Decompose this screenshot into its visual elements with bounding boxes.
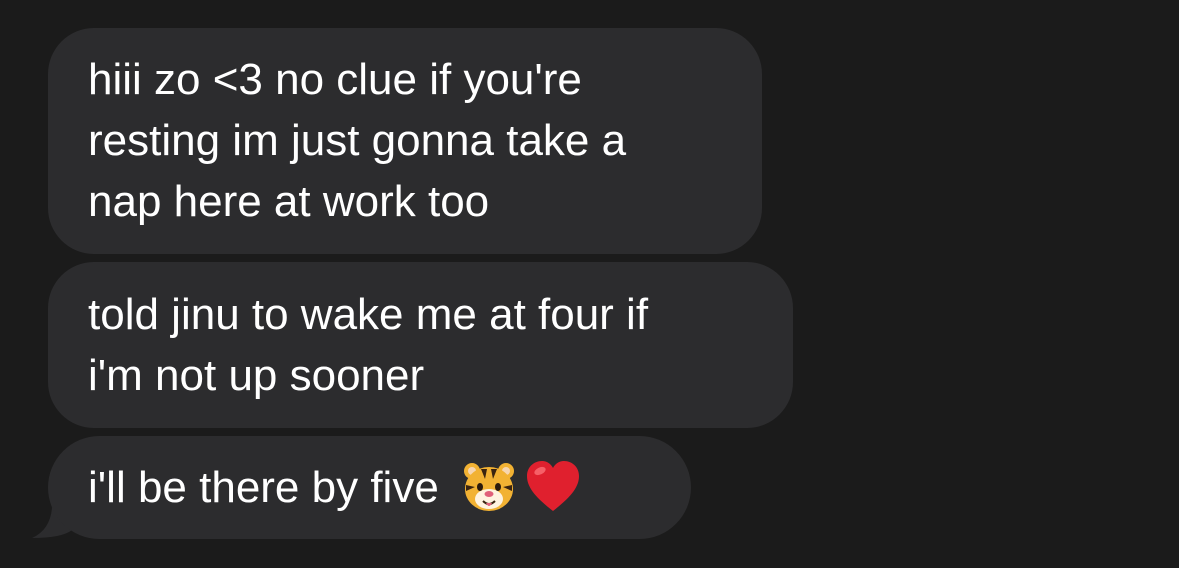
message-text: i'll be there by five xyxy=(88,463,439,512)
message-thread: hiii zo <3 no clue if you're resting im … xyxy=(0,0,1179,568)
message-text-line: told jinu to wake me at four if xyxy=(88,290,649,339)
message-text-line: nap here at work too xyxy=(88,177,490,226)
message-bubble[interactable]: hiii zo <3 no clue if you're resting im … xyxy=(48,28,762,254)
red-heart-icon xyxy=(526,461,579,511)
message-text-line: i'm not up sooner xyxy=(88,351,425,400)
message-text-line: hiii zo <3 no clue if you're xyxy=(88,55,582,104)
message-bubble[interactable]: told jinu to wake me at four if i'm not … xyxy=(48,262,793,428)
message-text-line: resting im just gonna take a xyxy=(88,116,627,165)
message-bubble[interactable]: i'll be there by five xyxy=(48,436,691,539)
tiger-face-icon xyxy=(463,463,514,511)
